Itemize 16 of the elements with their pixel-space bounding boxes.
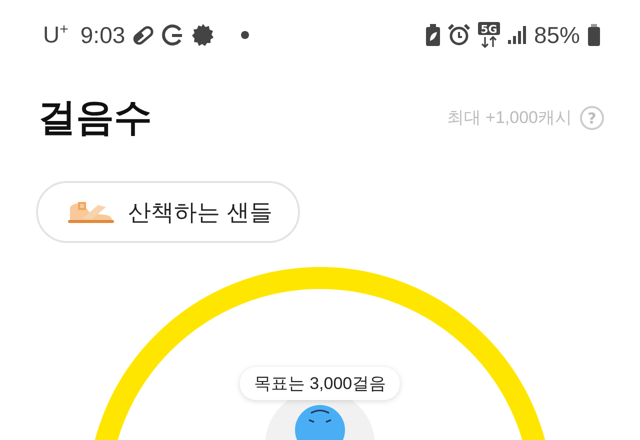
- badge-icon: [191, 23, 216, 47]
- carrier-label: U$^{+}$: [43, 21, 68, 49]
- battery-percent: 85%: [534, 22, 580, 48]
- dot-icon: [241, 31, 250, 39]
- battery-saver-icon: [426, 24, 440, 46]
- page-title: 걸음수: [38, 96, 152, 141]
- sandal-chip[interactable]: 산책하는 샌들: [36, 181, 300, 243]
- signal-icon: [508, 26, 526, 44]
- goal-tooltip: 목표는 3,000걸음: [240, 367, 400, 400]
- alarm-icon: [448, 24, 470, 46]
- pill-icon: [131, 23, 156, 47]
- battery-icon: [588, 24, 600, 46]
- clock-time: 9:03: [80, 22, 126, 48]
- sandal-icon: [66, 199, 114, 225]
- reward-label: 최대 +1,000캐시: [446, 107, 572, 129]
- mascot-drawing: [295, 405, 345, 440]
